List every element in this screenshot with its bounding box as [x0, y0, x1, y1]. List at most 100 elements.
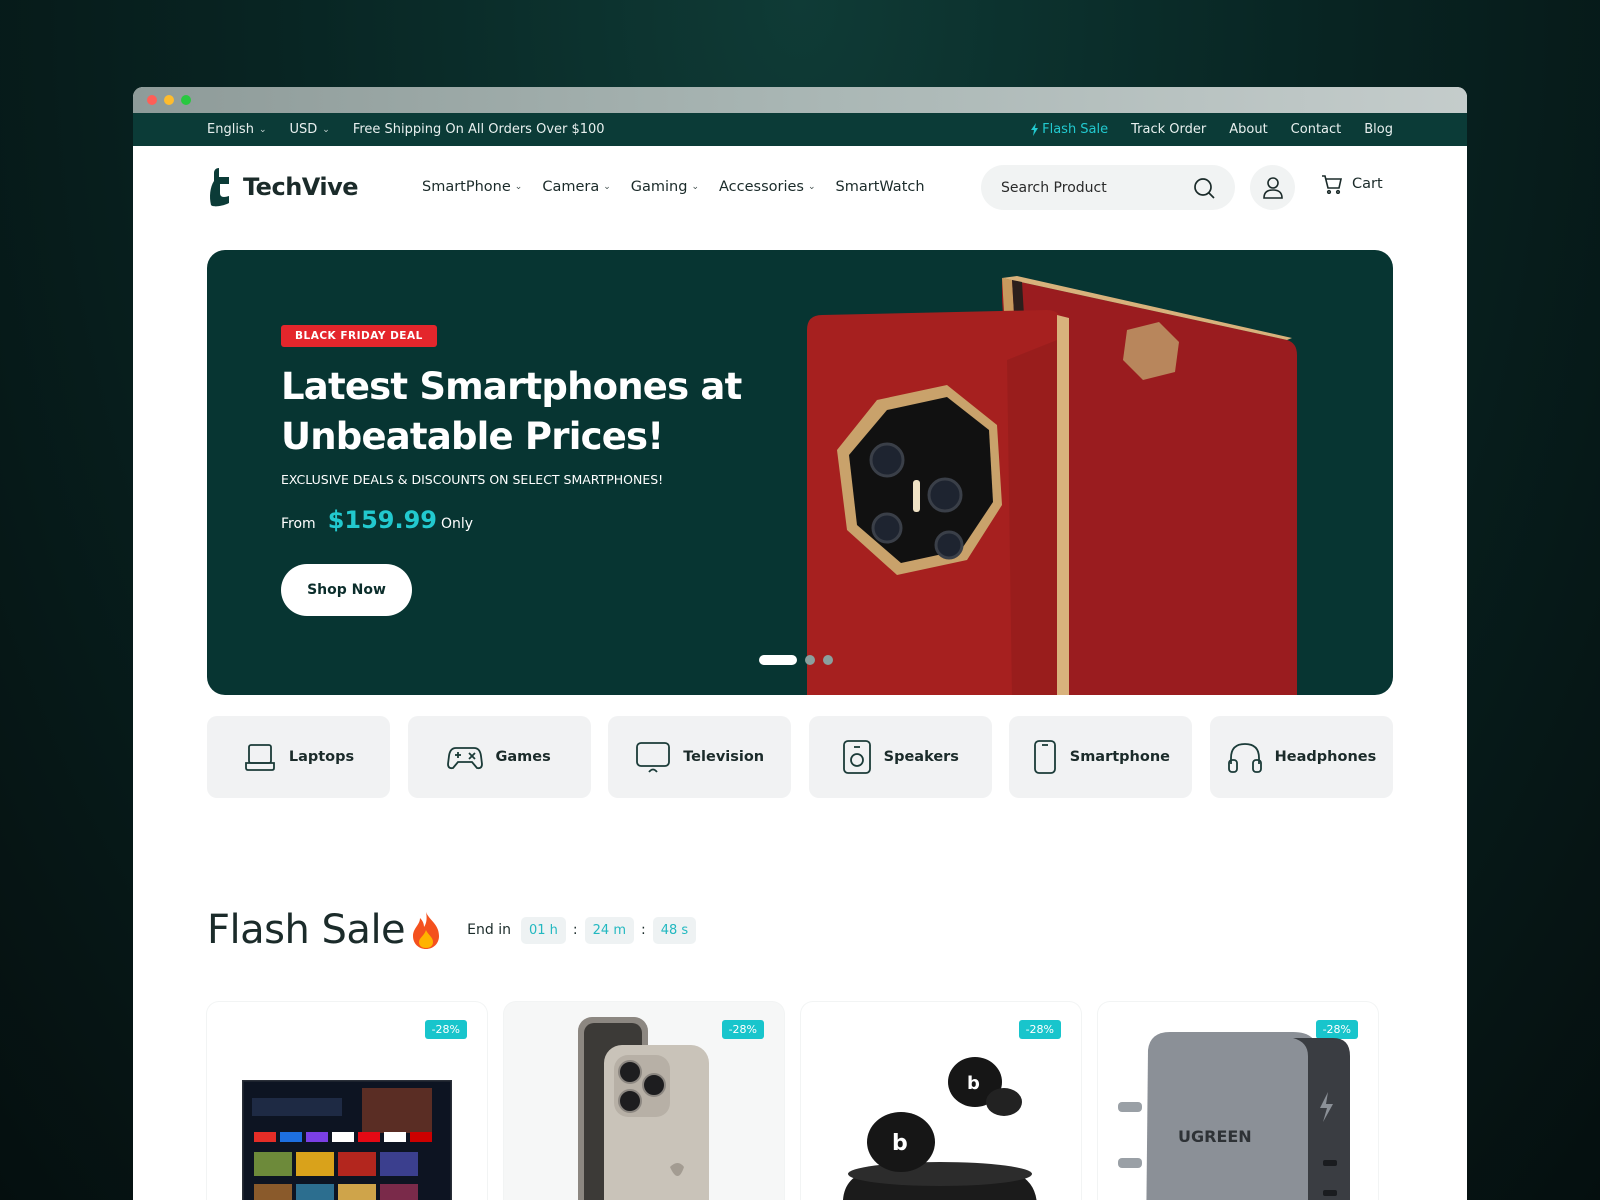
close-window-button[interactable] [147, 95, 157, 105]
deal-badge: BLACK FRIDAY DEAL [281, 325, 437, 347]
nav-item-label: Camera [542, 179, 600, 195]
gamepad-icon [447, 747, 484, 770]
foldable-phone-image [807, 276, 1297, 695]
category-television[interactable]: Television [608, 716, 792, 798]
chevron-down-icon: ⌄ [514, 182, 523, 192]
category-label: Speakers [883, 749, 959, 765]
techvive-logo-icon [210, 168, 229, 207]
chevron-down-icon: ⌄ [322, 124, 330, 135]
category-label: Headphones [1274, 749, 1377, 765]
ugreen-charger-image: UGREEN [1118, 1032, 1350, 1200]
primary-menu: SmartPhone ⌄ Camera ⌄ Gaming ⌄ Accessori… [422, 179, 925, 195]
chevron-down-icon: ⌄ [691, 182, 699, 192]
category-headphones[interactable]: Headphones [1209, 716, 1393, 798]
contact-link[interactable]: Contact [1291, 122, 1342, 137]
countdown-separator: : [640, 922, 646, 938]
account-button[interactable] [1250, 165, 1295, 210]
category-label: Laptops [288, 749, 355, 765]
category-label: Smartphone [1069, 749, 1170, 765]
blog-link[interactable]: Blog [1364, 122, 1393, 137]
slide-dot-3[interactable] [823, 655, 833, 665]
slide-dot-2[interactable] [805, 655, 815, 665]
smartphone-icon [1033, 740, 1056, 774]
price-suffix: Only [441, 516, 474, 532]
svg-text:b: b [967, 1073, 980, 1094]
shipping-notice: Free Shipping On All Orders Over $100 [352, 122, 605, 137]
television-icon [636, 742, 671, 773]
language-selector[interactable]: English ⌄ [207, 122, 267, 137]
search-icon[interactable] [1193, 177, 1215, 199]
shop-now-button[interactable]: Shop Now [281, 564, 412, 616]
nav-item-label: SmartPhone [422, 179, 511, 195]
lightning-icon [1031, 123, 1039, 136]
slide-dot-1[interactable] [759, 655, 797, 665]
window-titlebar [133, 87, 1467, 113]
hero-title: Latest Smartphones at Unbeatable Prices! [281, 365, 742, 458]
cart-icon [1322, 175, 1342, 194]
nav-item-label: Accessories [719, 179, 804, 195]
currency-selector[interactable]: USD ⌄ [290, 122, 330, 137]
flash-sale-title: Flash Sale [207, 907, 406, 953]
minimize-window-button[interactable] [164, 95, 174, 105]
brand-name: TechVive [243, 173, 359, 201]
currency-label: USD [289, 122, 318, 137]
nav-item-accessories[interactable]: Accessories ⌄ [719, 179, 816, 195]
discount-badge: -28% [721, 1020, 764, 1039]
hero-price: $159.99 [327, 506, 437, 534]
hero-price-row: From $159.99 Only [281, 506, 473, 534]
category-label: Games [495, 749, 551, 765]
product-card-iphone[interactable]: -28% [504, 1002, 784, 1200]
cart-label: Cart [1352, 176, 1383, 192]
countdown-separator: : [572, 922, 578, 938]
price-prefix: From [281, 516, 316, 532]
svg-text:UGREEN: UGREEN [1178, 1127, 1252, 1146]
chevron-down-icon: ⌄ [258, 124, 267, 135]
discount-badge: -28% [424, 1020, 467, 1039]
chevron-down-icon: ⌄ [807, 182, 816, 192]
track-order-link[interactable]: Track Order [1131, 122, 1206, 137]
nav-item-camera[interactable]: Camera ⌄ [542, 179, 610, 195]
nav-item-label: Gaming [630, 179, 688, 195]
countdown-hours: 01 h [521, 916, 566, 944]
chevron-down-icon: ⌄ [603, 182, 611, 192]
countdown-label: End in [467, 922, 511, 938]
flash-sale-link-label: Flash Sale [1042, 122, 1109, 137]
slider-pagination [759, 655, 833, 665]
nav-item-gaming[interactable]: Gaming ⌄ [631, 179, 699, 195]
nav-item-label: SmartWatch [835, 179, 925, 195]
product-card-earbuds[interactable]: -28% b b [801, 1002, 1081, 1200]
countdown-minutes: 24 m [584, 916, 634, 944]
fire-icon [413, 912, 440, 949]
headphones-icon [1227, 743, 1262, 773]
category-smartphone[interactable]: Smartphone [1009, 716, 1193, 798]
nav-item-smartwatch[interactable]: SmartWatch [836, 179, 925, 195]
cart-button[interactable]: Cart [1321, 174, 1383, 194]
discount-badge: -28% [1018, 1020, 1061, 1039]
category-games[interactable]: Games [407, 716, 591, 798]
countdown-timer: End in 01 h : 24 m : 48 s [467, 916, 697, 944]
category-label: Television [683, 749, 765, 765]
category-laptops[interactable]: Laptops [207, 716, 390, 798]
iphone-image [578, 1017, 709, 1200]
product-card-charger[interactable]: -28% UGREEN [1098, 1002, 1378, 1200]
smart-tv-image [242, 1080, 452, 1200]
speaker-icon [842, 740, 871, 774]
top-utility-bar: English ⌄ USD ⌄ Free Shipping On All Ord… [133, 113, 1467, 146]
flash-sale-link[interactable]: Flash Sale [1030, 122, 1108, 137]
search-input[interactable] [1001, 179, 1171, 196]
flash-sale-products: -28% -28% -28% b b -28% UGREEN [207, 1002, 1378, 1200]
nav-item-smartphone[interactable]: SmartPhone ⌄ [422, 179, 522, 195]
category-speakers[interactable]: Speakers [808, 716, 992, 798]
about-link[interactable]: About [1229, 122, 1267, 137]
product-card-tv[interactable]: -28% [207, 1002, 487, 1200]
maximize-window-button[interactable] [181, 95, 191, 105]
earbuds-image: b b [842, 1057, 1037, 1200]
countdown-seconds: 48 s [652, 916, 697, 944]
browser-window: English ⌄ USD ⌄ Free Shipping On All Ord… [133, 87, 1467, 1200]
search-bar [981, 165, 1235, 210]
main-navbar: TechVive SmartPhone ⌄ Camera ⌄ Gaming ⌄ … [133, 146, 1467, 228]
flash-sale-header: Flash Sale End in 01 h : 24 m : 48 s [207, 907, 697, 953]
user-icon [1262, 176, 1283, 199]
brand-logo[interactable]: TechVive [207, 167, 422, 207]
language-label: English [207, 122, 254, 137]
